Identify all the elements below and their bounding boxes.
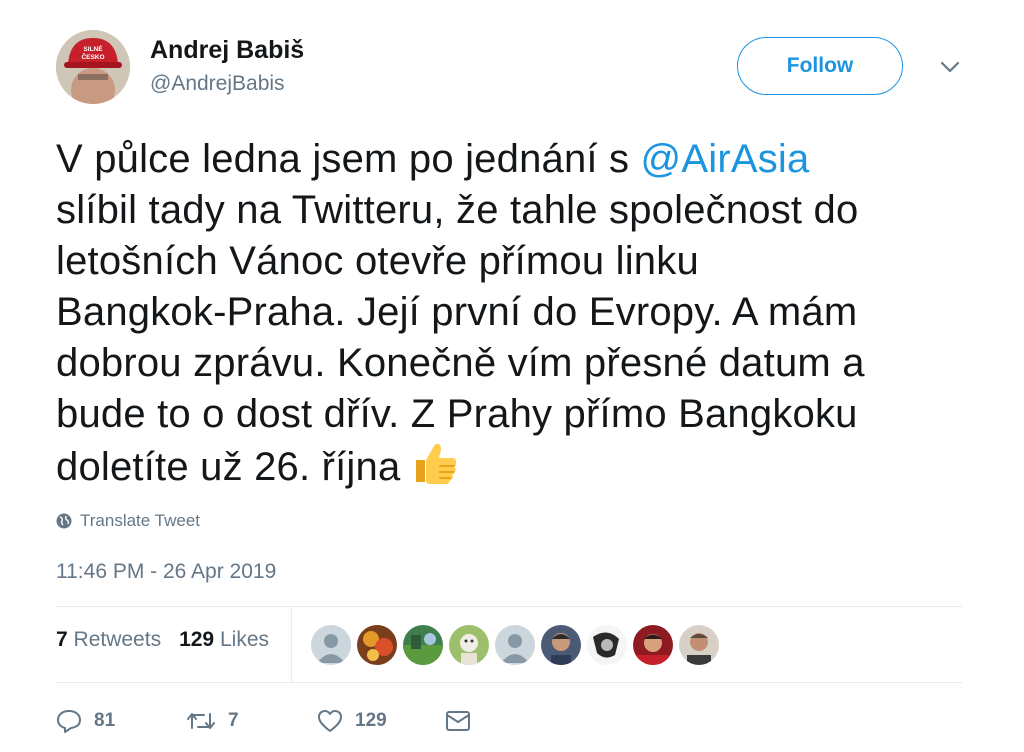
svg-text:ČESKO: ČESKO [81,52,104,61]
globe-icon [56,513,72,529]
retweets-label: Retweets [73,628,162,651]
direct-message-button[interactable] [445,710,483,732]
tweet-line: slíbil tady na Twitteru, že tahle společ… [56,188,859,232]
divider [56,682,962,683]
tweet-line: letošních Vánoc otevře přímou linku [56,239,699,283]
liker-avatar[interactable] [633,625,673,665]
tweet-text-segment: V půlce ledna jsem po jednání s [56,137,641,181]
avatar-image: SILNÉ ČESKO [56,30,130,104]
likes-stat[interactable]: 129 Likes [179,628,269,652]
reply-count: 81 [94,710,116,731]
heart-icon [318,710,342,732]
reply-icon [57,710,81,733]
liker-avatar[interactable] [495,625,535,665]
retweet-count: 7 [228,710,239,731]
liker-avatar[interactable] [403,625,443,665]
liker-avatar[interactable] [541,625,581,665]
reply-button[interactable]: 81 [56,709,186,733]
retweets-stat[interactable]: 7 Retweets [56,628,161,652]
liker-avatar[interactable] [311,625,351,665]
tweet-line: doletíte už 26. října [56,440,956,493]
author-name[interactable]: Andrej Babiš [150,36,304,65]
translate-label: Translate Tweet [80,511,201,530]
author-handle[interactable]: @AndrejBabis [150,72,285,96]
liker-avatars [311,625,725,665]
envelope-icon [446,711,470,731]
liker-avatar[interactable] [357,625,397,665]
author-avatar[interactable]: SILNÉ ČESKO [56,30,130,104]
like-button[interactable]: 129 [317,709,445,733]
retweet-icon [187,713,215,729]
mention-link[interactable]: @AirAsia [641,137,810,181]
divider [56,606,962,607]
tweet-text-segment: doletíte už 26. října [56,445,401,489]
translate-tweet-link[interactable]: Translate Tweet [56,511,200,531]
tweet-line: Bangkok-Praha. Její první do Evropy. A m… [56,290,858,334]
tweet-text: V půlce ledna jsem po jednání s @AirAsia… [56,134,956,493]
tweet-line: bude to o dost dřív. Z Prahy přímo Bangk… [56,392,858,436]
svg-text:SILNÉ: SILNÉ [83,44,103,53]
liker-avatar[interactable] [587,625,627,665]
tweet-timestamp[interactable]: 11:46 PM - 26 Apr 2019 [56,560,276,584]
liker-avatar[interactable] [449,625,489,665]
follow-button[interactable]: Follow [737,37,903,95]
liker-avatar[interactable] [679,625,719,665]
thumbs-up-icon [410,440,460,486]
tweet-line: dobrou zprávu. Konečně vím přesné datum … [56,341,865,385]
tweet-actions: 81 7 129 [56,704,483,738]
stats-separator [291,607,292,683]
likes-count: 129 [179,628,215,651]
retweet-button[interactable]: 7 [186,710,317,732]
chevron-down-icon[interactable] [940,60,960,74]
like-count: 129 [355,710,387,731]
retweets-count: 7 [56,628,68,651]
tweet-line: V půlce ledna jsem po jednání s @AirAsia [56,134,956,185]
tweet-stats: 7 Retweets 129 Likes [56,628,287,652]
likes-label: Likes [219,628,269,651]
